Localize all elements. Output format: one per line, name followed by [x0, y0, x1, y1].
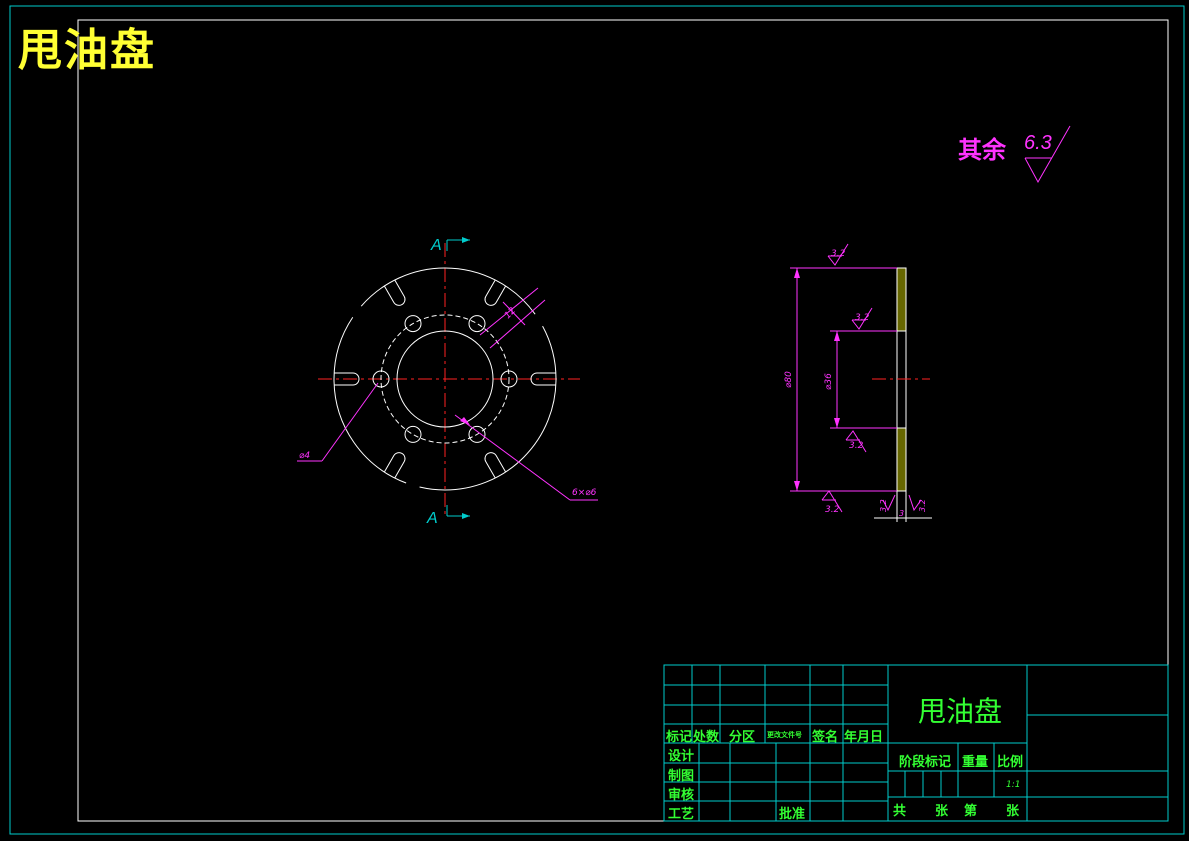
part-name: 甩油盘: [918, 695, 1003, 728]
rough-top-label: 3.2: [831, 249, 846, 259]
header-date: 年月日: [844, 730, 884, 745]
bolt-hole: [468, 315, 486, 333]
section-letter-bottom: A: [426, 510, 438, 527]
rough-side2-label: 3.2: [918, 499, 927, 512]
row-process: 工艺: [668, 807, 695, 822]
drawing-sheet: A A ⌀4 6×⌀6 12 ⌀80 ⌀36 3.2 3.2 3.2 3.2 3…: [9, 5, 1185, 835]
rough-side1-label: 3.2: [879, 499, 888, 512]
dim-slot-label: 12: [503, 306, 518, 321]
drawing-title: 甩油盘: [18, 25, 156, 76]
row-design: 设计: [668, 749, 695, 764]
header-mark: 标记: [666, 730, 693, 745]
dim-inner-label: ⌀36: [824, 373, 834, 390]
header-sign: 签名: [812, 730, 839, 745]
roughness-label: 其余: [958, 135, 1006, 164]
row-approve: 批准: [779, 807, 806, 822]
rough-lower-label: 3.2: [849, 441, 864, 451]
header-count: 处数: [693, 730, 720, 745]
section-view: ⌀80 ⌀36 3.2 3.2 3.2 3.2 3.2 3.2 3: [784, 243, 932, 522]
rough-mid-label: 3.2: [855, 313, 870, 323]
header-doc: 更改文件号: [767, 731, 802, 739]
dim-hole-label: ⌀4: [299, 451, 310, 461]
nth-label: 第: [964, 804, 978, 819]
section-letter-top: A: [430, 237, 442, 254]
weight-label: 重量: [962, 755, 989, 770]
roughness-value: 6.3: [1024, 132, 1052, 154]
scale-value: 1:1: [1006, 780, 1021, 790]
sheet-label-2: 张: [1006, 804, 1020, 819]
stage-label: 阶段标记: [899, 755, 952, 770]
scale-label: 比例: [997, 755, 1024, 770]
outer-frame: [9, 5, 1185, 835]
header-zone: 分区: [729, 730, 756, 745]
dim-outer-label: ⌀80: [784, 371, 794, 388]
sheet-label-1: 张: [935, 804, 949, 819]
dim-thickness-label: 3: [899, 509, 904, 518]
row-draw: 制图: [668, 769, 695, 784]
total-label: 共: [893, 804, 907, 819]
rough-bottom-label: 3.2: [825, 505, 840, 515]
row-check: 审核: [668, 788, 695, 803]
bolt-hole: [404, 425, 422, 443]
dim-holes-label: 6×⌀6: [572, 488, 597, 498]
front-view: A A ⌀4 6×⌀6 12: [297, 237, 598, 527]
